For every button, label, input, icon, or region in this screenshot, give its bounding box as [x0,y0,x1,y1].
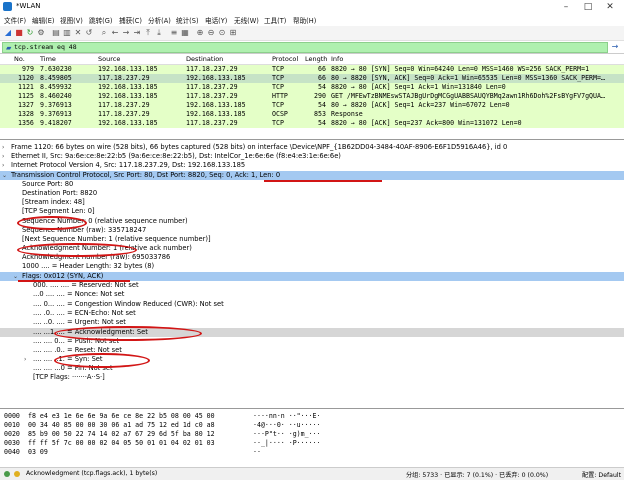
display-filter-input[interactable]: ▰ tcp.stream eq 48 [2,42,608,53]
menu-edit[interactable]: 编辑(E) [32,15,55,25]
detail-ethernet[interactable]: › Ethernet II, Src: 9a:6e:ce:8e:22:b5 (9… [0,152,624,161]
capture-options-icon[interactable]: ⚙ [37,29,45,37]
status-field-info: Acknowledgment (tcp.flags.ack), 1 byte(s… [26,470,158,477]
detail-field[interactable]: [Stream index: 48] [0,198,624,207]
status-profile[interactable]: 配置: Default [582,470,621,479]
maximize-icon[interactable]: □ [578,1,598,13]
annotation-underline [18,280,130,282]
start-capture-icon[interactable]: ◢ [4,29,12,37]
menu-wireless[interactable]: 无线(W) [234,15,259,25]
close-file-icon[interactable]: ✕ [74,29,82,37]
detail-flag[interactable]: 000. .... .... = Reserved: Not set [0,281,624,290]
stop-capture-icon[interactable]: ■ [15,29,23,37]
packet-list-header: No. Time Source Destination Protocol Len… [0,54,624,65]
packet-row[interactable]: 1356 9.418207 192.168.133.185 117.18.237… [0,119,624,128]
column-no[interactable]: No. [14,55,25,63]
bookmark-icon[interactable]: ▰ [6,44,11,52]
menu-telephony[interactable]: 电话(Y) [205,15,227,25]
display-filter-bar: ▰ tcp.stream eq 48 → [0,41,624,54]
window-title: *WLAN [16,2,41,10]
column-time[interactable]: Time [40,55,56,63]
expand-arrow-icon[interactable]: › [2,143,4,152]
expert-info-icon[interactable] [14,471,20,477]
annotation-oval [17,216,87,230]
restart-capture-icon[interactable]: ↻ [26,29,34,37]
close-icon[interactable]: ✕ [600,1,620,13]
packet-row-selected[interactable]: 1120 8.459805 117.18.237.29 192.168.133.… [0,74,624,83]
detail-field[interactable]: 1000 .... = Header Length: 32 bytes (8) [0,262,624,271]
packet-row[interactable]: 1121 8.459932 192.168.133.185 117.18.237… [0,83,624,92]
detail-flag[interactable]: .... .0.. .... = ECN-Echo: Not set [0,309,624,318]
title-bar: *WLAN – □ ✕ [0,0,624,14]
resize-columns-icon[interactable]: ⊞ [229,29,237,37]
expand-arrow-icon[interactable]: › [24,355,26,364]
detail-field[interactable]: Destination Port: 8820 [0,189,624,198]
apply-filter-icon[interactable]: → [608,42,622,52]
detail-field[interactable]: [TCP Segment Len: 0] [0,207,624,216]
go-to-packet-icon[interactable]: ⇥ [133,29,141,37]
annotation-oval [54,326,202,341]
packet-row[interactable]: 1327 9.376913 117.18.237.29 192.168.133.… [0,101,624,110]
expand-arrow-icon[interactable]: › [2,161,4,170]
annotation-underline [264,180,382,182]
detail-flag[interactable]: [TCP Flags: ·······A··S·] [0,373,624,382]
menu-go[interactable]: 跳转(G) [89,15,112,25]
main-toolbar: ◢ ■ ↻ ⚙ ▤ ▥ ✕ ↺ ⌕ ← → ⇥ ⤒ ⤓ ≡ ▦ ⊕ ⊖ ⊙ ⊞ [0,26,624,41]
column-info[interactable]: Info [331,55,343,63]
detail-frame[interactable]: › Frame 1120: 66 bytes on wire (528 bits… [0,143,624,152]
menu-analyze[interactable]: 分析(A) [148,15,171,25]
colorize-icon[interactable]: ▦ [181,29,189,37]
go-forward-icon[interactable]: → [122,29,130,37]
go-back-icon[interactable]: ← [111,29,119,37]
reload-icon[interactable]: ↺ [85,29,93,37]
detail-field[interactable]: Sequence Number (raw): 335718247 [0,226,624,235]
normal-size-icon[interactable]: ⊙ [218,29,226,37]
collapse-arrow-icon[interactable]: ⌄ [2,171,7,180]
bytes-row[interactable]: 0020 85 b9 00 50 22 74 14 02 a7 67 29 6d… [0,430,624,439]
menu-statistics[interactable]: 统计(S) [176,15,199,25]
bytes-row[interactable]: 0030 ff ff 5f 7c 00 00 02 04 05 50 01 01… [0,439,624,448]
column-length[interactable]: Length [305,55,327,63]
detail-seq[interactable]: Sequence Number: 0 (relative sequence nu… [0,217,624,226]
ready-indicator-icon [4,471,10,477]
packet-list: No. Time Source Destination Protocol Len… [0,54,624,140]
bytes-row[interactable]: 0010 00 34 40 85 00 00 30 06 a1 ad 75 12… [0,421,624,430]
packet-row[interactable]: 1328 9.376913 117.18.237.29 192.168.133.… [0,110,624,119]
auto-scroll-icon[interactable]: ≡ [170,29,178,37]
bytes-row[interactable]: 0040 03 09 ·· [0,448,624,457]
detail-ip[interactable]: › Internet Protocol Version 4, Src: 117.… [0,161,624,170]
zoom-out-icon[interactable]: ⊖ [207,29,215,37]
detail-flag[interactable]: .... ..0. .... = Urgent: Not set [0,318,624,327]
detail-tcp[interactable]: ⌄ Transmission Control Protocol, Src Por… [0,171,624,180]
zoom-in-icon[interactable]: ⊕ [196,29,204,37]
last-packet-icon[interactable]: ⤓ [155,29,163,37]
menu-view[interactable]: 视图(V) [60,15,83,25]
menu-file[interactable]: 文件(F) [4,15,26,25]
packet-bytes: 0000 f8 e4 e3 1e 6e 6e 9a 6e ce 8e 22 b5… [0,409,624,466]
wireshark-icon [3,2,12,11]
column-destination[interactable]: Destination [186,55,223,63]
menu-help[interactable]: 帮助(H) [293,15,316,25]
annotation-oval [54,353,150,368]
open-file-icon[interactable]: ▤ [52,29,60,37]
column-source[interactable]: Source [98,55,120,63]
expand-arrow-icon[interactable]: › [2,152,4,161]
menu-bar: 文件(F) 编辑(E) 视图(V) 跳转(G) 捕获(C) 分析(A) 统计(S… [0,14,624,25]
menu-capture[interactable]: 捕获(C) [119,15,142,25]
detail-flag[interactable]: .... 0... .... = Congestion Window Reduc… [0,300,624,309]
find-packet-icon[interactable]: ⌕ [100,29,108,37]
bytes-row[interactable]: 0000 f8 e4 e3 1e 6e 6e 9a 6e ce 8e 22 b5… [0,412,624,421]
column-protocol[interactable]: Protocol [272,55,298,63]
detail-flag[interactable]: ...0 .... .... = Nonce: Not set [0,290,624,299]
status-bar: Acknowledgment (tcp.flags.ack), 1 byte(s… [0,467,624,480]
status-packet-counts: 分组: 5733 · 已显示: 7 (0.1%) · 已丢弃: 0 (0.0%) [406,472,549,479]
packet-row[interactable]: 1125 8.460240 192.168.133.185 117.18.237… [0,92,624,101]
first-packet-icon[interactable]: ⤒ [144,29,152,37]
annotation-oval [17,243,137,257]
minimize-icon[interactable]: – [556,1,576,13]
packet-details: › Frame 1120: 66 bytes on wire (528 bits… [0,140,624,409]
save-file-icon[interactable]: ▥ [63,29,71,37]
packet-row[interactable]: 979 7.630230 192.168.133.185 117.18.237.… [0,65,624,74]
menu-tools[interactable]: 工具(T) [264,15,286,25]
